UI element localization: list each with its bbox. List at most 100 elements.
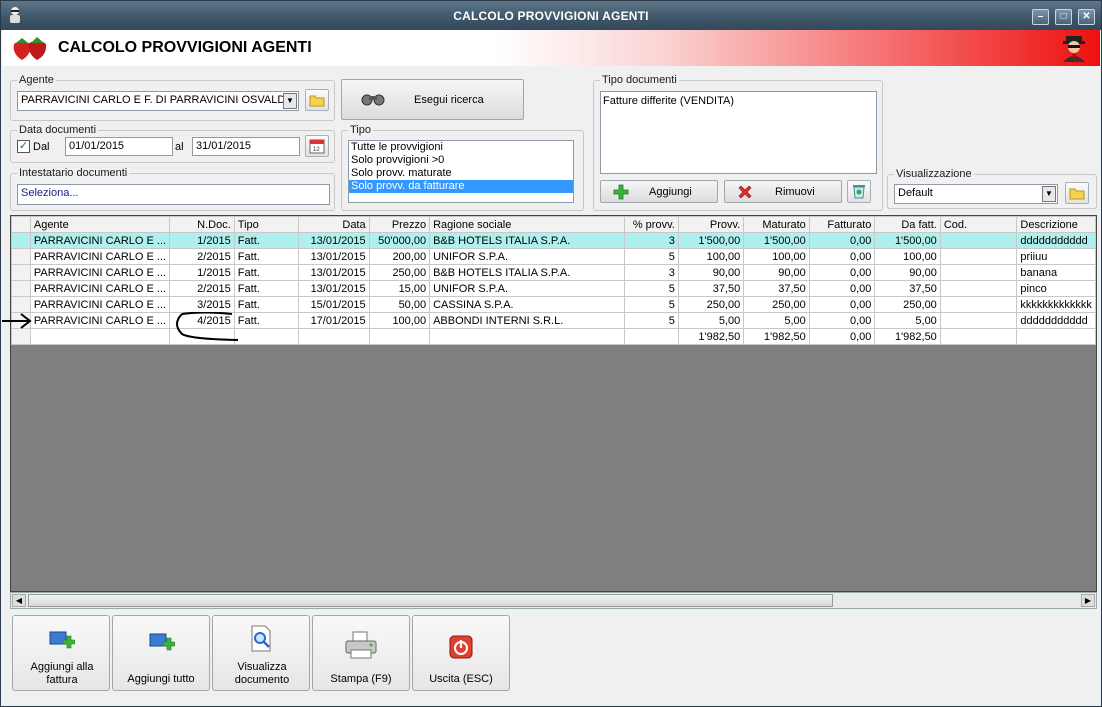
table-cell: CASSINA S.P.A. [429,296,626,313]
tipo-group: Tipo Tutte le provvigioni Solo provvigio… [341,124,584,211]
column-header[interactable]: Maturato [743,216,810,233]
table-cell: 2/2015 [169,248,235,265]
tipo-option[interactable]: Solo provvigioni >0 [349,154,573,167]
uscita-button[interactable]: Uscita (ESC) [412,615,510,691]
table-cell: 1/2015 [169,232,235,249]
table-cell: PARRAVICINI CARLO E ... [29,264,171,281]
add-to-invoice-icon [49,631,75,649]
column-header[interactable]: Provv. [677,216,745,233]
maximize-button[interactable]: □ [1055,9,1072,25]
intestatario-field[interactable]: Seleziona... [17,184,330,205]
close-button[interactable]: ✕ [1078,9,1095,25]
aggiungi-button[interactable]: Aggiungi [600,180,718,203]
dal-checkbox[interactable]: ✓ [17,140,30,153]
table-cell: 100,00 [743,248,810,265]
visualizzazione-browse-button[interactable] [1065,182,1089,204]
table-cell: PARRAVICINI CARLO E ... [29,312,171,329]
tipo-option[interactable]: Tutte le provvigioni [349,141,573,154]
row-indicator[interactable] [11,248,31,265]
visualizzazione-select[interactable]: Default ▼ [894,184,1058,204]
plus-icon [613,184,629,200]
table-cell: PARRAVICINI CARLO E ... [29,296,171,313]
stampa-button[interactable]: Stampa (F9) [312,615,410,691]
table-cell: 1'500,00 [874,232,941,249]
horizontal-scrollbar[interactable]: ◀ ▶ [10,592,1097,609]
tipo-documenti-list[interactable]: Fatture differite (VENDITA) [600,91,877,174]
aggiungi-alla-fattura-label: Aggiungi alla fattura [30,661,94,686]
scroll-thumb[interactable] [28,594,833,607]
table-cell [297,328,370,345]
table-cell: 50,00 [368,296,431,313]
table-cell: 0,00 [808,264,876,281]
tipo-option-selected[interactable]: Solo provv. da fatturare [349,180,573,193]
table-cell: 0,00 [808,328,876,345]
table-cell [429,328,626,345]
table-cell [29,328,171,345]
table-row[interactable]: PARRAVICINI CARLO E ... 1/2015 Fatt. 13/01/… [11,232,1096,249]
al-label: al [175,141,184,153]
table-row[interactable]: PARRAVICINI CARLO E ... 3/2015 Fatt. 15/01/… [11,296,1096,313]
table-cell [939,296,1018,313]
table-cell: 1/2015 [169,264,235,281]
binoculars-icon [361,94,385,106]
clear-list-button[interactable] [847,180,871,203]
main-window: CALCOLO PROVVIGIONI AGENTI – □ ✕ CALCOLO… [0,0,1102,707]
table-cell: banana [1016,264,1096,281]
calendar-button[interactable]: 12 [305,135,329,157]
column-header[interactable]: Fatturato [808,216,876,233]
table-cell: 5 [624,296,679,313]
title-bar: CALCOLO PROVVIGIONI AGENTI – □ ✕ [1,1,1101,30]
tipo-option[interactable]: Solo provv. maturate [349,167,573,180]
table-cell: UNIFOR S.P.A. [429,248,626,265]
table-cell [624,328,679,345]
minimize-button[interactable]: – [1032,9,1049,25]
table-cell: kkkkkkkkkkkkk [1016,296,1096,313]
recycle-bin-icon [853,185,865,199]
column-header[interactable]: Agente [29,216,171,233]
rimuovi-button[interactable]: Rimuovi [724,180,842,203]
row-indicator[interactable] [11,232,31,249]
date-to-field[interactable]: 31/01/2015 [192,137,300,156]
chevron-down-icon[interactable]: ▼ [1042,186,1056,202]
page-title: CALCOLO PROVVIGIONI AGENTI [58,39,312,56]
tipo-listbox[interactable]: Tutte le provvigioni Solo provvigioni >0… [348,140,574,203]
visualizza-documento-button[interactable]: Visualizza documento [212,615,310,691]
column-header[interactable]: Descrizione [1016,216,1096,233]
svg-text:12: 12 [313,147,320,153]
list-item[interactable]: Fatture differite (VENDITA) [601,95,876,108]
table-cell: 100,00 [874,248,941,265]
aggiungi-alla-fattura-button[interactable]: Aggiungi alla fattura [12,615,110,691]
agente-select[interactable]: PARRAVICINI CARLO E F. DI PARRAVICINI OS… [17,91,299,111]
aggiungi-tutto-button[interactable]: Aggiungi tutto [112,615,210,691]
column-header[interactable]: Prezzo [368,216,431,233]
table-row[interactable]: PARRAVICINI CARLO E ... 2/2015 Fatt. 13/01/… [11,248,1096,265]
date-from-field[interactable]: 01/01/2015 [65,137,173,156]
column-header[interactable]: Tipo [233,216,299,233]
add-all-icon [149,633,175,651]
table-cell [939,232,1018,249]
visualizzazione-legend: Visualizzazione [894,168,974,180]
column-header[interactable]: Data [297,216,370,233]
column-header[interactable]: % provv. [624,216,679,233]
table-cell: 0,00 [808,296,876,313]
provvigioni-grid[interactable]: Agente N.Doc. Tipo Data Prezzo Ragione social… [10,215,1097,592]
table-cell: Fatt. [233,248,299,265]
row-indicator[interactable] [11,264,31,281]
visualizzazione-value: Default [898,187,933,199]
aggiungi-label: Aggiungi [649,186,692,198]
printer-icon [345,631,377,659]
scroll-left-icon[interactable]: ◀ [12,594,26,607]
column-header[interactable]: Da fatt. [874,216,941,233]
agente-browse-button[interactable] [305,89,329,111]
search-button[interactable]: Esegui ricerca [341,79,524,120]
table-row[interactable]: PARRAVICINI CARLO E ... 1/2015 Fatt. 13/01/… [11,264,1096,281]
column-header[interactable]: N.Doc. [169,216,235,233]
chevron-down-icon[interactable]: ▼ [283,93,297,109]
column-header[interactable]: Ragione sociale [429,216,626,233]
row-indicator[interactable] [11,280,31,297]
table-cell [368,328,431,345]
scroll-right-icon[interactable]: ▶ [1081,594,1095,607]
table-row[interactable]: PARRAVICINI CARLO E ... 2/2015 Fatt. 13/01/… [11,280,1096,297]
column-header[interactable]: Cod. [939,216,1018,233]
table-cell: pinco [1016,280,1096,297]
